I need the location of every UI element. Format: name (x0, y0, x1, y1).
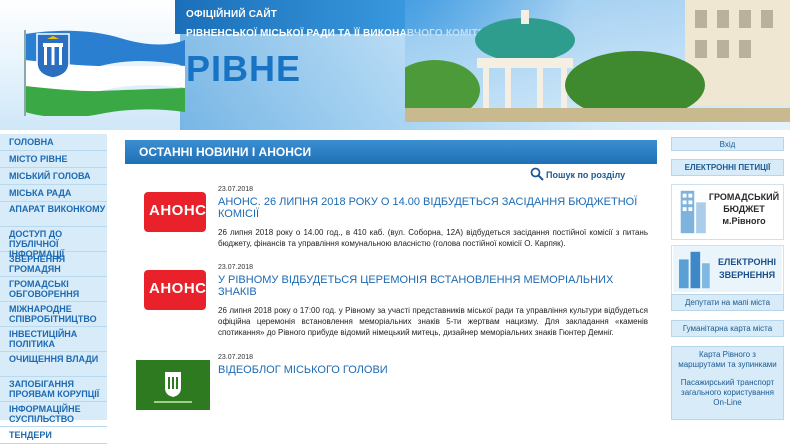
search-icon[interactable] (530, 167, 544, 181)
news-date: 23.07.2018 (218, 186, 254, 193)
news-summary: 26 липня 2018 року о 14.00 год., в 410 к… (218, 228, 648, 248)
news-date: 23.07.2018 (218, 264, 254, 271)
anons-badge: АНОНС (144, 270, 206, 310)
city-coat-of-arms-icon[interactable] (36, 33, 70, 79)
news-item: АНОНС 23.07.2018 АНОНС. 26 ЛИПНЯ 2018 РО… (136, 186, 656, 248)
news-item: 23.07.2018 ВІДЕОБЛОГ МІСЬКОГО ГОЛОВИ (136, 354, 656, 420)
nav-item-city-council[interactable]: МІСЬКА РАДА (0, 185, 107, 202)
e-petitions-link[interactable]: ЕЛЕКТРОННІ ПЕТИЦІЇ (671, 159, 784, 176)
nav-item-public-discussions[interactable]: ГРОМАДСЬКІ ОБГОВОРЕННЯ (0, 277, 107, 302)
left-navigation: ГОЛОВНА МІСТО РІВНЕ МІСЬКИЙ ГОЛОВА МІСЬК… (0, 134, 107, 444)
news-title-link[interactable]: ВІДЕОБЛОГ МІСЬКОГО ГОЛОВИ (218, 364, 638, 376)
main-content: ОСТАННІ НОВИНИ І АНОНСИ Пошук по розділу… (114, 134, 657, 420)
appeals-banner-line2: ЗВЕРНЕННЯ (718, 270, 776, 280)
transport-online-link[interactable]: Пасажирський транспорт загального корист… (676, 378, 779, 408)
site-header: ОФІЦІЙНИЙ САЙТ РІВНЕНСЬКОЇ МІСЬКОЇ РАДИ … (0, 0, 790, 130)
nav-item-public-info-access[interactable]: ДОСТУП ДО ПУБЛІЧНОЇ ІНФОРМАЦІЇ (0, 227, 107, 259)
public-budget-banner[interactable]: ГРОМАДСЬКИЙ БЮДЖЕТ м.Рівного (671, 184, 784, 240)
deputies-map-link[interactable]: Депутати на мапі міста (671, 294, 784, 311)
nav-item-lustration[interactable]: ОЧИЩЕННЯ ВЛАДИ (0, 352, 107, 377)
nav-item-international-cooperation[interactable]: МІЖНАРОДНЕ СПІВРОБІТНИЦТВО (0, 302, 107, 327)
news-summary: 26 липня 2018 року о 17:00 год. у Рівном… (218, 306, 648, 337)
news-title-link[interactable]: АНОНС. 26 ЛИПНЯ 2018 РОКУ О 14.00 ВІДБУД… (218, 196, 638, 220)
right-column: Вхід ЕЛЕКТРОННІ ПЕТИЦІЇ ГРОМАДСЬКИЙ БЮДЖ… (667, 134, 790, 420)
city-map-link[interactable]: Карта Рівного з маршрутами та зупинками (676, 350, 779, 370)
city-coat-of-arms-icon (136, 360, 210, 410)
video-blog-thumbnail[interactable] (136, 360, 210, 410)
login-link[interactable]: Вхід (671, 137, 784, 151)
e-appeals-banner[interactable]: ЕЛЕКТРОННІ ЗВЕРНЕННЯ (671, 245, 784, 295)
budget-banner-line1: ГРОМАДСЬКИЙ (708, 192, 780, 202)
nav-item-investment-policy[interactable]: ІНВЕСТИЦІЙНА ПОЛІТИКА (0, 327, 107, 352)
nav-item-citizen-appeals[interactable]: ЗВЕРНЕННЯ ГРОМАДЯН (0, 252, 107, 277)
news-item: АНОНС 23.07.2018 У РІВНОМУ ВІДБУДЕТЬСЯ Ц… (136, 264, 656, 356)
nav-item-home[interactable]: ГОЛОВНА (0, 134, 107, 151)
section-title: ОСТАННІ НОВИНИ І АНОНСИ (125, 140, 657, 164)
anons-badge-label: АНОНС (149, 280, 207, 297)
site-kind-label: ОФІЦІЙНИЙ САЙТ (186, 9, 278, 20)
news-date: 23.07.2018 (218, 354, 254, 361)
header-city-photo (405, 0, 790, 122)
appeals-banner-line1: ЕЛЕКТРОННІ (718, 257, 776, 267)
nav-item-information-society[interactable]: ІНФОРМАЦІЙНЕ СУСПІЛЬСТВО (0, 402, 107, 427)
transport-links-box: Карта Рівного з маршрутами та зупинками … (671, 346, 784, 420)
budget-banner-line2: БЮДЖЕТ (723, 204, 765, 214)
budget-banner-line3: м.Рівного (722, 216, 766, 226)
nav-item-executive-apparatus[interactable]: АПАРАТ ВИКОНКОМУ (0, 202, 107, 227)
city-name-logo[interactable]: РІВНЕ (186, 48, 301, 90)
anons-badge: АНОНС (144, 192, 206, 232)
humanitarian-map-link[interactable]: Гуманітарна карта міста (671, 320, 784, 337)
news-title-link[interactable]: У РІВНОМУ ВІДБУДЕТЬСЯ ЦЕРЕМОНІЯ ВСТАНОВЛ… (218, 274, 638, 298)
news-thumbnail[interactable]: АНОНС (144, 192, 206, 232)
nav-item-city[interactable]: МІСТО РІВНЕ (0, 151, 107, 168)
section-search-link[interactable]: Пошук по розділу (546, 170, 625, 180)
nav-item-anti-corruption[interactable]: ЗАПОБІГАННЯ ПРОЯВАМ КОРУПЦІЇ (0, 377, 107, 402)
nav-item-tenders[interactable]: ТЕНДЕРИ (0, 427, 107, 444)
anons-badge-label: АНОНС (149, 202, 207, 219)
news-thumbnail[interactable]: АНОНС (144, 270, 206, 310)
nav-item-mayor[interactable]: МІСЬКИЙ ГОЛОВА (0, 168, 107, 185)
